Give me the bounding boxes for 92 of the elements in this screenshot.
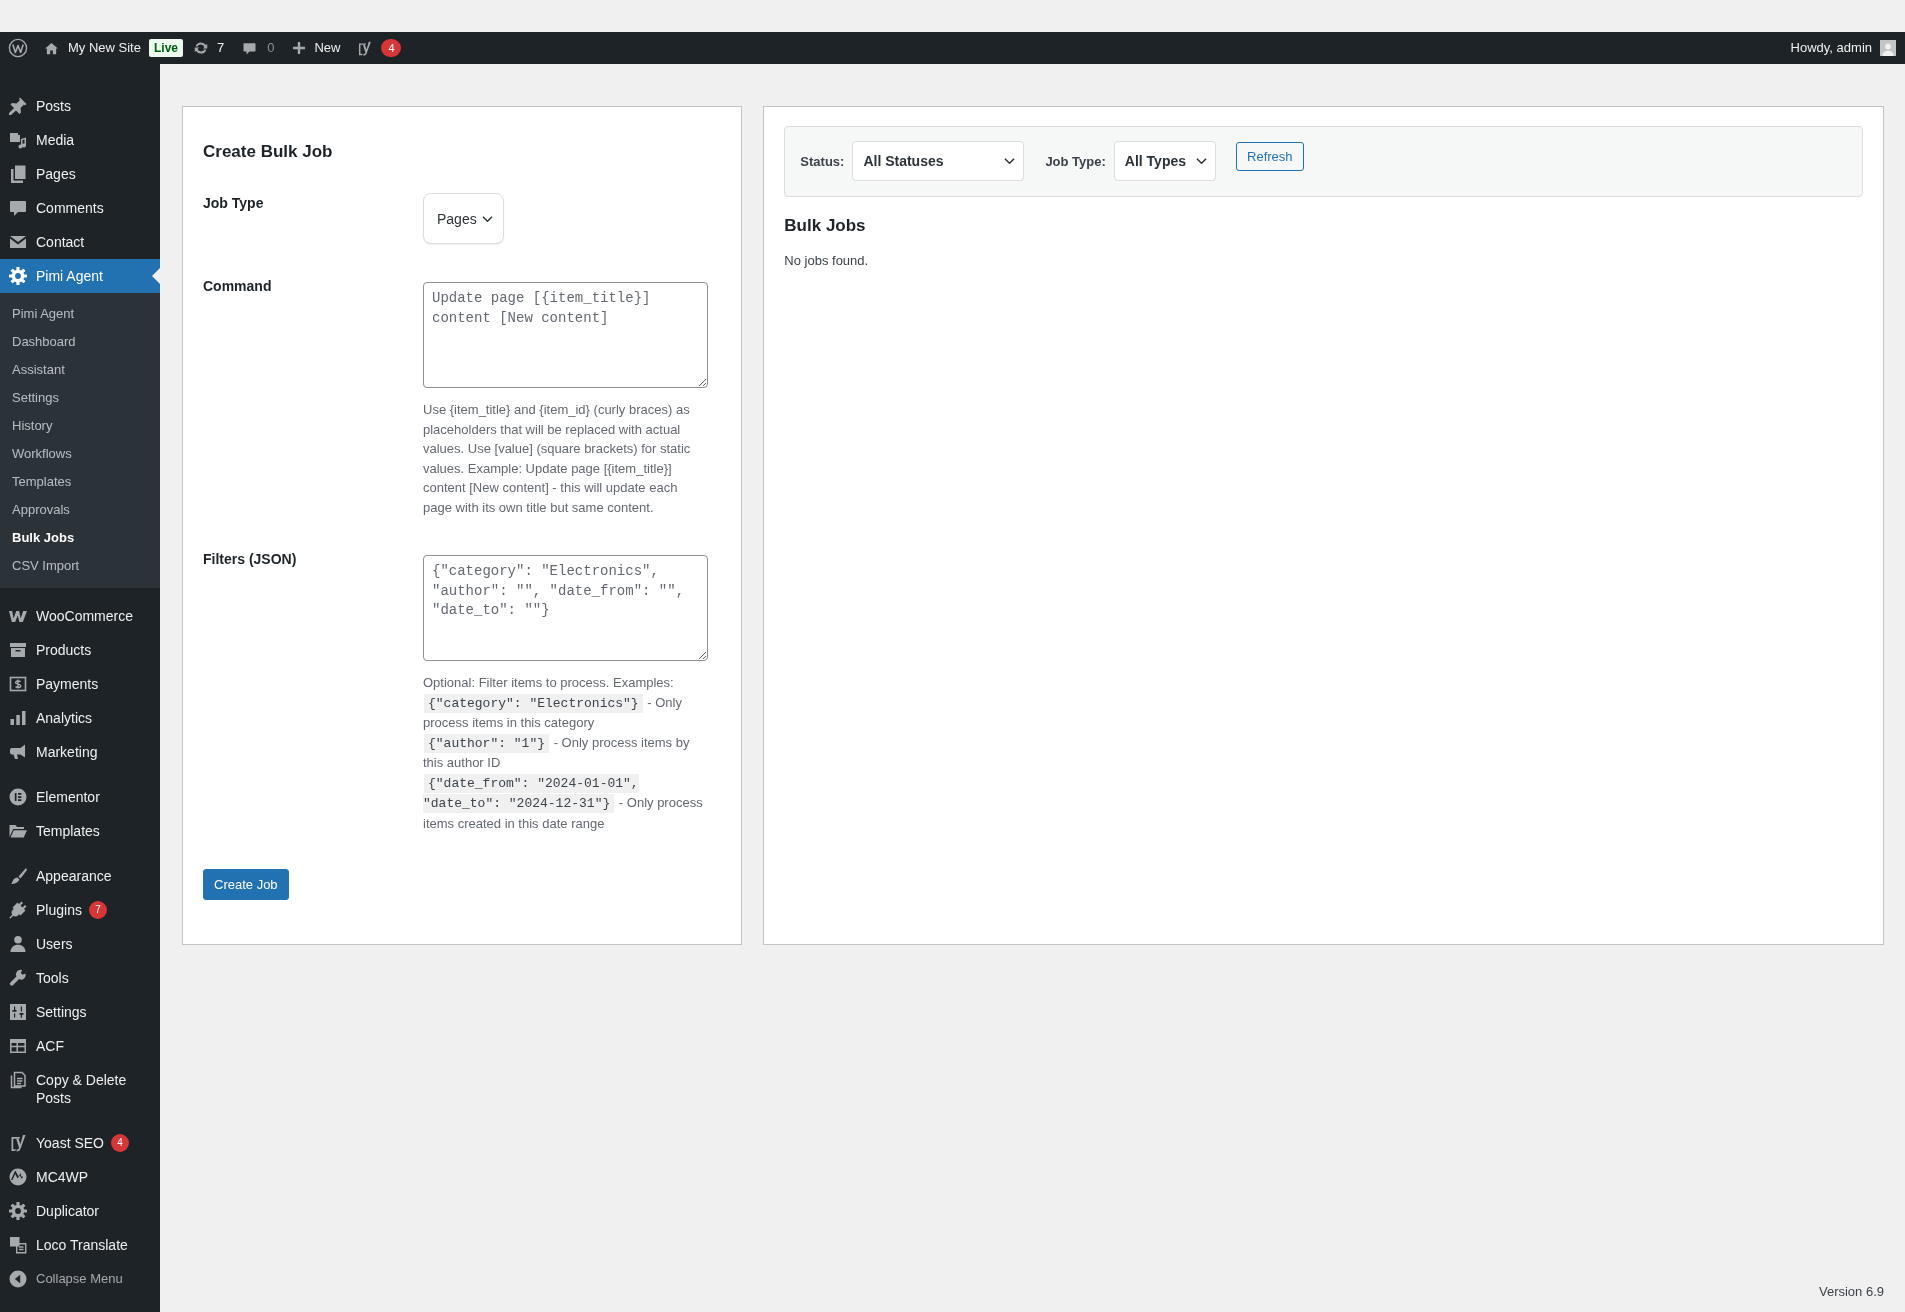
new-content-link[interactable]: New (291, 32, 341, 64)
filter-dropdown[interactable]: All Types (1113, 141, 1217, 181)
field-label: Job Type (203, 194, 265, 213)
chevron-down-icon (481, 214, 493, 223)
stacked-pages-icon (8, 164, 28, 184)
version-text: Version 6.9 (1818, 1283, 1884, 1301)
sidebar-menu-item[interactable]: Tools (0, 961, 160, 995)
y-logo-icon (356, 39, 374, 57)
empty-state-text: No jobs found. (784, 252, 870, 270)
sidebar-menu-item[interactable]: Products (0, 633, 160, 667)
sidebar-menu-item[interactable]: Settings (0, 995, 160, 1029)
person-icon (8, 934, 28, 954)
gear-icon (8, 1201, 28, 1221)
sidebar-menu-item[interactable]: Pimi Agent (0, 259, 160, 293)
submenu-item[interactable]: CSV Import (0, 552, 160, 580)
filter-label: Status: (800, 153, 845, 169)
sync-arrows-icon (193, 40, 209, 56)
sidebar-menu-item[interactable]: ACF (0, 1029, 160, 1063)
sidebar-menu-item[interactable]: Copy & Delete Posts (0, 1063, 160, 1115)
sidebar-menu-item[interactable]: Plugins 7 (0, 893, 160, 927)
plus-icon (291, 40, 308, 56)
textarea-field[interactable]: {"category": "Electronics", "author": "", "date_from": "", "date_to": ""} (423, 555, 708, 661)
wrench-icon (8, 968, 28, 988)
dropdown-select[interactable]: Pages (423, 193, 504, 244)
filter-label: Job Type: (1045, 153, 1106, 169)
avatar-icon (1880, 40, 1896, 56)
pointer-triangle-icon (152, 268, 160, 284)
chevron-down-icon (1004, 157, 1016, 165)
sliders-icon (8, 1002, 28, 1022)
sidebar-menu-item[interactable]: MC4WP (0, 1160, 160, 1194)
sidebar-menu-item[interactable]: Contact (0, 225, 160, 259)
submenu-item[interactable]: Settings (0, 384, 160, 412)
submenu-item[interactable]: Templates (0, 468, 160, 496)
sidebar-menu-item[interactable]: Media (0, 123, 160, 157)
submenu-item[interactable]: Dashboard (0, 328, 160, 356)
submenu-item[interactable]: Bulk Jobs (0, 524, 160, 552)
sidebar-menu-item[interactable]: Analytics (0, 701, 160, 735)
paintbrush-icon (8, 866, 28, 886)
notification-count-badge: 4 (381, 39, 402, 57)
sidebar-menu-item[interactable]: Elementor (0, 780, 160, 814)
seo-menu-link[interactable]: 4 (356, 32, 402, 64)
card-heading: Create Bulk Job (203, 141, 334, 163)
field-label: Command (203, 277, 273, 296)
w-circle-logo-icon[interactable] (8, 38, 28, 58)
submenu-item[interactable]: Pimi Agent (0, 300, 160, 328)
submenu-item[interactable]: Workflows (0, 440, 160, 468)
sidebar-menu-item[interactable]: Payments (0, 667, 160, 701)
help-text: Optional: Filter items to process. Examples: {"category": "Electronics"} - Only process items in this category {"author": "1"} - Only process items by this author ID {"date_from": "2024-01-01", "date_to": "2024-12-31"} - Only process items created in this date range (423, 674, 704, 833)
speech-bubble-icon (242, 40, 258, 56)
account-menu-link[interactable]: Howdy, admin (1790, 32, 1896, 64)
megaphone-icon (8, 742, 28, 762)
sidebar-menu-item[interactable]: Appearance (0, 859, 160, 893)
textarea-field[interactable]: Update page [{item_title}] content [New content] (423, 282, 708, 388)
documents-icon (8, 1070, 28, 1090)
sidebar-menu-item[interactable]: Comments (0, 191, 160, 225)
dollar-box-icon (8, 674, 28, 694)
sidebar-menu-item[interactable]: Duplicator (0, 1194, 160, 1228)
field-label: Filters (JSON) (203, 550, 298, 569)
comments-link[interactable]: 0 (242, 32, 275, 64)
filter-dropdown[interactable]: All Statuses (852, 141, 1025, 181)
bar-chart-icon (8, 708, 28, 728)
notification-count-badge: 4 (111, 1134, 129, 1152)
help-text: Use {item_title} and {item_id} (curly braces) as placeholders that will be replaced with actual values. Use [value] (square brackets) for static values. Example: Update page [{item_title}] content [New content] - this will update each page with its own title but same content. (423, 401, 692, 517)
submenu-item[interactable]: Approvals (0, 496, 160, 524)
sidebar-menu-item[interactable]: Posts (0, 89, 160, 123)
sidebar-menu-item[interactable]: Loco Translate (0, 1228, 160, 1262)
speech-bubble-icon (8, 198, 28, 218)
section-heading: Bulk Jobs (784, 215, 867, 237)
archive-box-icon (8, 640, 28, 660)
sidebar-menu-item[interactable]: Marketing (0, 735, 160, 769)
collapse-menu-button[interactable]: Collapse Menu (0, 1262, 160, 1296)
notification-count-badge: 7 (88, 901, 107, 919)
sidebar-menu-item[interactable]: Yoast SEO 4 (0, 1126, 160, 1160)
home-icon (44, 40, 59, 56)
sidebar-menu-item[interactable]: WooCommerce (0, 599, 160, 633)
updates-link[interactable]: 7 (193, 32, 225, 64)
submenu-item[interactable]: History (0, 412, 160, 440)
site-name-link[interactable]: My New Site (44, 32, 141, 64)
chevron-down-icon (1196, 157, 1208, 165)
table-icon (8, 1036, 28, 1056)
translate-icon (8, 1235, 28, 1255)
submenu-item[interactable]: Assistant (0, 356, 160, 384)
sidebar-menu-item[interactable]: Pages (0, 157, 160, 191)
site-status-badge: Live (148, 39, 183, 57)
sidebar-menu-item[interactable]: Templates (0, 814, 160, 848)
pushpin-icon (8, 96, 28, 116)
sidebar-menu-item[interactable]: Users (0, 927, 160, 961)
create-job-button[interactable]: Create Job (203, 869, 289, 900)
gear-icon (8, 266, 28, 286)
plug-icon (8, 900, 28, 920)
photo-music-icon (8, 130, 28, 150)
refresh-button[interactable]: Refresh (1236, 142, 1304, 171)
